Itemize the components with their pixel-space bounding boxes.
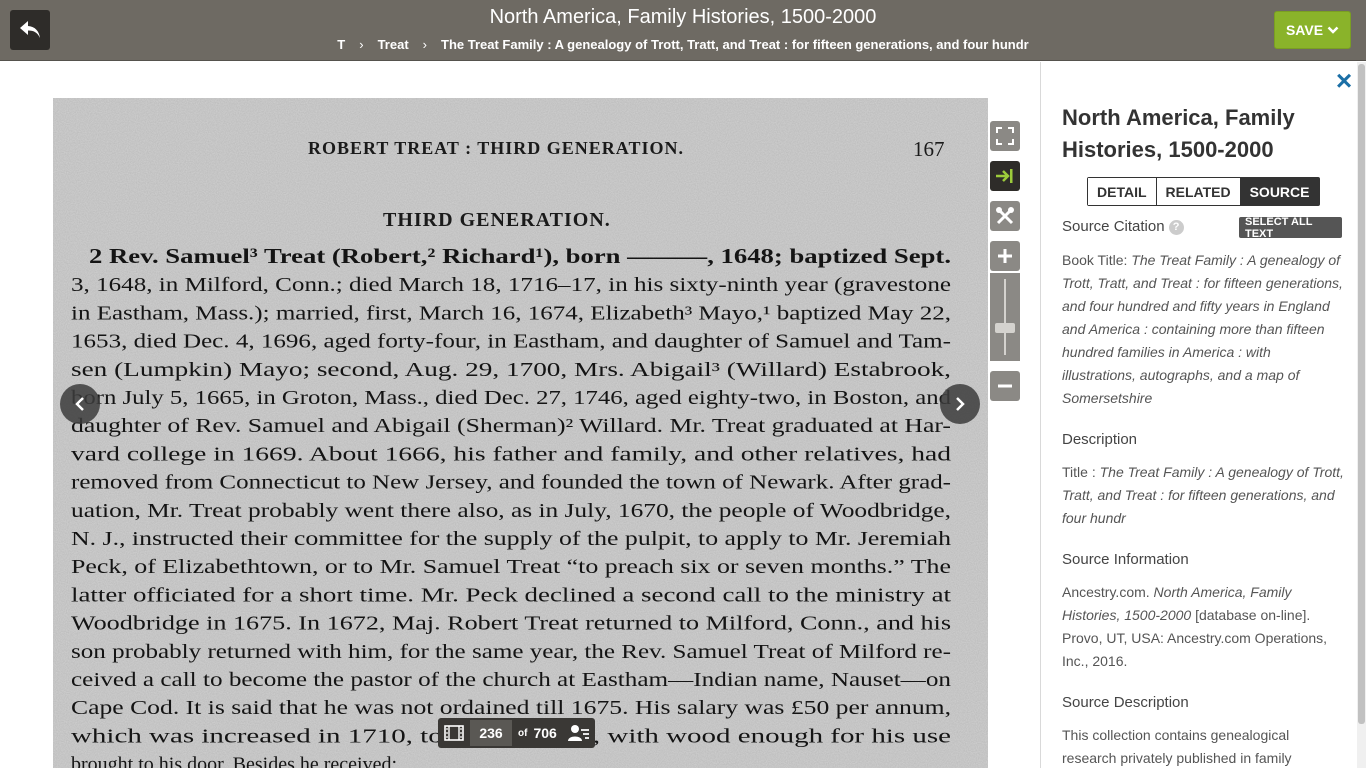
document-text-line: Cape Cod. It is said that he was not ord… [71, 697, 951, 719]
document-text-line: daughter of Rev. Samuel and Abigail (She… [71, 415, 951, 437]
document-text-line: Woodbridge in 1675. In 1672, Maj. Robert… [71, 613, 951, 635]
help-icon[interactable]: ? [1168, 220, 1184, 235]
chevron-right-icon [956, 397, 965, 411]
plus-icon [998, 249, 1012, 263]
tab-detail[interactable]: DETAIL [1088, 178, 1157, 205]
source-description-label: Source Description [1062, 694, 1189, 711]
tab-related[interactable]: RELATED [1156, 178, 1241, 205]
source-description-text: This collection contains genealogical re… [1062, 727, 1292, 766]
document-text-line: uation, Mr. Treat probably went there al… [71, 500, 951, 522]
document-text-line: ceived a call to become the pastor of th… [71, 669, 951, 691]
tools-button[interactable] [990, 201, 1020, 231]
breadcrumb: T › Treat › The Treat Family : A genealogy o… [0, 37, 1366, 52]
pager-of-label: of [518, 727, 528, 739]
tools-icon [996, 207, 1014, 225]
zoom-slider-track [1004, 279, 1006, 355]
top-header: North America, Family Histories, 1500-20… [0, 0, 1366, 61]
panel-toggle-button[interactable] [990, 161, 1020, 191]
image-pager: of 706 [438, 718, 595, 748]
chevron-left-icon [75, 397, 84, 411]
document-text-line: 2 Rev. Samuel³ Treat (Robert,² Richard¹)… [89, 244, 951, 268]
source-information-label: Source Information [1062, 551, 1189, 568]
description-block: Title : The Treat Family : A genealogy o… [1062, 461, 1344, 530]
document-text-lines: 2 Rev. Samuel³ Treat (Robert,² Richard¹)… [71, 244, 952, 768]
book-title-value: The Treat Family : A genealogy of Trott,… [1062, 252, 1343, 406]
fullscreen-icon [996, 127, 1014, 145]
close-icon[interactable]: × [1331, 67, 1357, 95]
fullscreen-button[interactable] [990, 121, 1020, 151]
source-information-block: Ancestry.com. North America, Family Hist… [1062, 581, 1344, 673]
document-text-line: brought to his door. Besides he received… [71, 754, 397, 768]
book-title-label: Book Title: [1062, 252, 1128, 268]
zoom-out-button[interactable] [990, 371, 1020, 401]
breadcrumb-separator-icon: › [359, 37, 364, 52]
document-text-line: sen (Lumpkin) Mayo; second, Aug. 29, 170… [71, 359, 951, 381]
tab-source[interactable]: SOURCE [1240, 178, 1319, 205]
next-image-button[interactable] [940, 384, 980, 424]
document-text-line: 3, 1648, in Milford, Conn.; died March 1… [71, 274, 951, 296]
chevron-down-icon [1327, 26, 1339, 34]
save-label: SAVE [1285, 22, 1324, 38]
document-text-line: 1653, died Dec. 4, 1696, aged forty-four… [71, 331, 951, 353]
breadcrumb-separator-icon: › [422, 37, 427, 52]
document-text-line: N. J., instructed their committee for th… [71, 528, 951, 550]
source-panel: × North America, Family Histories, 1500-… [1040, 62, 1366, 768]
panel-scrollbar-thumb[interactable] [1358, 64, 1365, 724]
document-printed-page-number: 167 [913, 137, 945, 161]
image-viewer[interactable]: ROBERT TREAT : THIRD GENERATION. 167 THI… [0, 62, 1040, 768]
breadcrumb-item-letter[interactable]: T [337, 37, 345, 52]
previous-image-button[interactable] [60, 384, 100, 424]
document-section-heading: THIRD GENERATION. [383, 209, 611, 231]
panel-toggle-icon [996, 169, 1013, 183]
select-all-text-button[interactable]: SELECT ALL TEXT [1239, 216, 1342, 240]
person-index-icon [567, 725, 589, 741]
zoom-slider-handle[interactable] [995, 323, 1015, 333]
document-running-head: ROBERT TREAT : THIRD GENERATION. [308, 138, 684, 158]
breadcrumb-item-surname[interactable]: Treat [378, 37, 409, 52]
filmstrip-icon [444, 725, 464, 741]
page-title: North America, Family Histories, 1500-20… [489, 6, 877, 28]
title-value: The Treat Family : A genealogy of Trott,… [1062, 464, 1344, 526]
zoom-slider[interactable] [990, 273, 1020, 361]
document-text-line: in Eastham, Mass.); married, first, Marc… [71, 302, 951, 324]
document-text-line: Peck, of Elizabethtown, or to Mr. Samuel… [71, 556, 951, 578]
panel-title: North America, Family Histories, 1500-20… [1062, 105, 1295, 162]
zoom-in-button[interactable] [990, 241, 1020, 271]
index-button[interactable] [563, 718, 595, 748]
document-text-line: vard college in 1669. About 1666, his fa… [71, 443, 951, 465]
document-text-line: latter officiated for a short time. Mr. … [71, 584, 952, 606]
minus-icon [998, 384, 1012, 388]
document-text-line: removed from Connecticut to New Jersey, … [71, 472, 951, 494]
panel-tabs: DETAIL RELATED SOURCE [1087, 177, 1320, 206]
filmstrip-button[interactable] [438, 718, 470, 748]
page-number-input[interactable] [470, 720, 512, 746]
breadcrumb-item-book[interactable]: The Treat Family : A genealogy of Trott,… [441, 37, 1029, 52]
document-text-line: born July 5, 1665, in Groton, Mass., die… [71, 387, 951, 409]
panel-scrollbar[interactable] [1357, 62, 1366, 768]
source-citation-header: Source Citation? SELECT ALL TEXT [1062, 216, 1342, 240]
document-text-line: son probably returned with him, for the … [71, 641, 951, 663]
title-label: Title : [1062, 464, 1096, 480]
document-image[interactable]: ROBERT TREAT : THIRD GENERATION. 167 THI… [53, 98, 988, 768]
save-button[interactable]: SAVE [1274, 11, 1351, 49]
pager-total-count: 706 [533, 725, 557, 741]
source-info-prefix: Ancestry.com. [1062, 584, 1150, 600]
book-title-block: Book Title: The Treat Family : A genealo… [1062, 249, 1344, 410]
description-label: Description [1062, 431, 1138, 448]
source-citation-label: Source Citation [1062, 218, 1165, 235]
